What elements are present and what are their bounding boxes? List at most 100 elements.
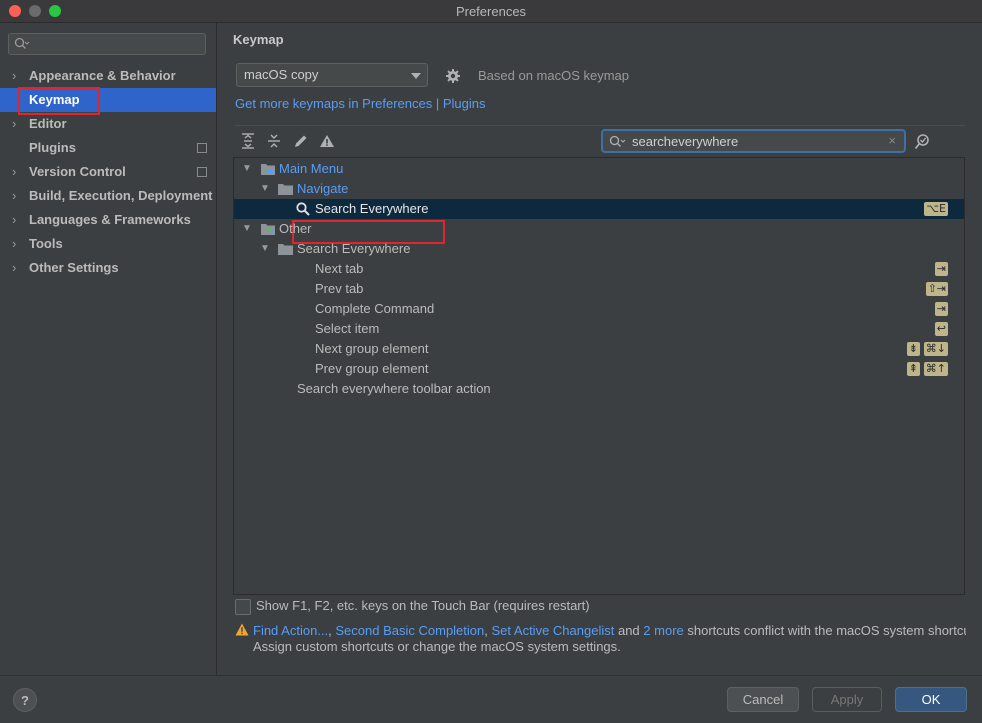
sidebar-item-editor[interactable]: › Editor bbox=[0, 112, 216, 136]
conflict-and-text: and bbox=[617, 623, 640, 638]
keymap-search-input[interactable]: searcheverywhere × bbox=[601, 129, 906, 153]
tree-row-label: Complete Command bbox=[315, 301, 435, 316]
tree-row-search-everywhere-toolbar-action[interactable]: Search everywhere toolbar action bbox=[234, 379, 964, 399]
chevron-down-icon[interactable]: ▼ bbox=[242, 159, 252, 179]
tree-row-navigate[interactable]: ▼ Navigate bbox=[234, 179, 964, 199]
tree-row-main-menu[interactable]: ▼ Main Menu bbox=[234, 159, 964, 179]
sidebar-item-label: Version Control bbox=[29, 164, 126, 179]
find-by-shortcut-icon[interactable] bbox=[914, 133, 932, 151]
highlight-box bbox=[18, 87, 100, 115]
based-on-label: Based on macOS keymap bbox=[478, 68, 630, 83]
sidebar-item-label: Plugins bbox=[29, 140, 76, 155]
clear-icon[interactable]: × bbox=[888, 133, 896, 148]
help-button[interactable]: ? bbox=[13, 688, 37, 712]
chevron-right-icon: › bbox=[12, 260, 17, 275]
tree-row-label: Other bbox=[279, 221, 312, 236]
folder-icon bbox=[278, 184, 293, 195]
tree-row-next-tab[interactable]: Next tab ⇥ bbox=[234, 259, 964, 279]
warning-icon bbox=[235, 623, 249, 636]
chevron-down-icon bbox=[411, 73, 421, 79]
gear-icon[interactable] bbox=[445, 68, 461, 84]
search-icon bbox=[14, 37, 30, 49]
settings-search-input[interactable] bbox=[8, 33, 206, 55]
tree-row-search-everywhere-group[interactable]: ▼ Search Everywhere bbox=[234, 239, 964, 259]
chevron-right-icon: › bbox=[12, 236, 17, 251]
ok-button[interactable]: OK bbox=[895, 687, 967, 712]
page-title: Keymap bbox=[233, 32, 284, 47]
chevron-right-icon: › bbox=[12, 188, 17, 203]
edit-icon[interactable] bbox=[293, 133, 309, 149]
chevron-down-icon[interactable]: ▼ bbox=[242, 219, 252, 239]
sidebar-item-label: Other Settings bbox=[29, 260, 119, 275]
sidebar-item-plugins[interactable]: Plugins bbox=[0, 136, 216, 160]
title-bar: Preferences bbox=[0, 0, 982, 23]
warning-filter-icon[interactable] bbox=[319, 133, 335, 149]
tree-row-prev-tab[interactable]: Prev tab ⇧⇥ bbox=[234, 279, 964, 299]
chevron-right-icon: › bbox=[12, 164, 17, 179]
keymap-select[interactable]: macOS copy bbox=[236, 63, 428, 87]
tree-row-prev-group-element[interactable]: Prev group element ⇞ ⌘↑ bbox=[234, 359, 964, 379]
sidebar-item-label: Tools bbox=[29, 236, 63, 251]
apply-button[interactable]: Apply bbox=[812, 687, 882, 712]
expand-all-icon[interactable] bbox=[241, 133, 255, 149]
sidebar-item-other-settings[interactable]: › Other Settings bbox=[0, 256, 216, 280]
shortcut-badge: ⇞ bbox=[906, 362, 920, 376]
chevron-right-icon: › bbox=[12, 116, 17, 131]
project-settings-icon bbox=[197, 167, 207, 177]
chevron-right-icon: › bbox=[12, 68, 17, 83]
chevron-down-icon[interactable]: ▼ bbox=[260, 239, 270, 259]
window-title: Preferences bbox=[455, 4, 527, 19]
touchbar-checkbox-label: Show F1, F2, etc. keys on the Touch Bar … bbox=[256, 598, 590, 613]
tree-row-complete-command[interactable]: Complete Command ⇥ bbox=[234, 299, 964, 319]
sidebar-item-label: Build, Execution, Deployment bbox=[29, 188, 213, 203]
find-action-link[interactable]: Find Action... bbox=[253, 623, 328, 638]
second-basic-completion-link[interactable]: Second Basic Completion bbox=[335, 623, 484, 638]
conflict-suffix-text: shortcuts conflict with the macOS system… bbox=[687, 623, 966, 638]
tree-row-search-everywhere-action[interactable]: Search Everywhere ⌥E bbox=[234, 199, 964, 219]
tree-row-label: Next tab bbox=[315, 261, 364, 276]
tree-row-next-group-element[interactable]: Next group element ⇟ ⌘↓ bbox=[234, 339, 964, 359]
tree-row-label: Select item bbox=[315, 321, 380, 336]
shortcut-badge: ⇥ bbox=[934, 302, 948, 316]
tree-row-label: Prev tab bbox=[315, 281, 364, 296]
conflict-warning: Find Action..., Second Basic Completion,… bbox=[253, 623, 966, 638]
keymap-select-value: macOS copy bbox=[244, 67, 319, 82]
shortcut-badge: ⌥E bbox=[924, 202, 948, 216]
tree-row-select-item[interactable]: Select item ↩ bbox=[234, 319, 964, 339]
settings-sidebar: › Appearance & Behavior Keymap › Editor … bbox=[0, 23, 217, 675]
tree-row-label: Navigate bbox=[297, 181, 349, 196]
sidebar-item-label: Languages & Frameworks bbox=[29, 212, 191, 227]
touchbar-checkbox[interactable] bbox=[235, 599, 251, 615]
tree-row-label: Search Everywhere bbox=[315, 201, 429, 216]
sidebar-item-tools[interactable]: › Tools bbox=[0, 232, 216, 256]
collapse-all-icon[interactable] bbox=[267, 133, 281, 149]
shortcut-badge: ⇥ bbox=[934, 262, 948, 276]
shortcut-badge: ↩ bbox=[934, 322, 948, 336]
tree-row-label: Prev group element bbox=[315, 361, 429, 376]
tree-row-other[interactable]: ▼ Other bbox=[234, 219, 964, 239]
search-icon bbox=[609, 135, 626, 147]
tree-row-label: Next group element bbox=[315, 341, 429, 356]
shortcut-badge: ⌘↓ bbox=[923, 342, 948, 356]
other-group-icon bbox=[261, 224, 275, 235]
keymap-tree[interactable]: ▼ Main Menu ▼ Navigate Search Everywhere… bbox=[233, 157, 965, 595]
more-conflicts-link[interactable]: 2 more bbox=[643, 623, 683, 638]
search-input-value: searcheverywhere bbox=[632, 134, 739, 149]
sidebar-item-languages-frameworks[interactable]: › Languages & Frameworks bbox=[0, 208, 216, 232]
sidebar-item-appearance-behavior[interactable]: › Appearance & Behavior bbox=[0, 64, 216, 88]
sidebar-item-version-control[interactable]: › Version Control bbox=[0, 160, 216, 184]
get-more-keymaps-link[interactable]: Get more keymaps in Preferences | Plugin… bbox=[235, 96, 486, 111]
cancel-button[interactable]: Cancel bbox=[727, 687, 799, 712]
divider bbox=[235, 125, 965, 126]
tree-row-label: Search Everywhere bbox=[297, 241, 411, 256]
tree-row-label: Main Menu bbox=[279, 161, 344, 176]
sidebar-item-label: Appearance & Behavior bbox=[29, 68, 176, 83]
folder-icon bbox=[278, 244, 293, 255]
project-settings-icon bbox=[197, 143, 207, 153]
keymap-panel: Keymap macOS copy Based on macOS keymap … bbox=[217, 23, 982, 675]
set-active-changelist-link[interactable]: Set Active Changelist bbox=[491, 623, 614, 638]
sidebar-item-build-execution-deployment[interactable]: › Build, Execution, Deployment bbox=[0, 184, 216, 208]
chevron-down-icon[interactable]: ▼ bbox=[260, 179, 270, 199]
sidebar-item-label: Editor bbox=[29, 116, 67, 131]
search-icon bbox=[296, 202, 310, 216]
